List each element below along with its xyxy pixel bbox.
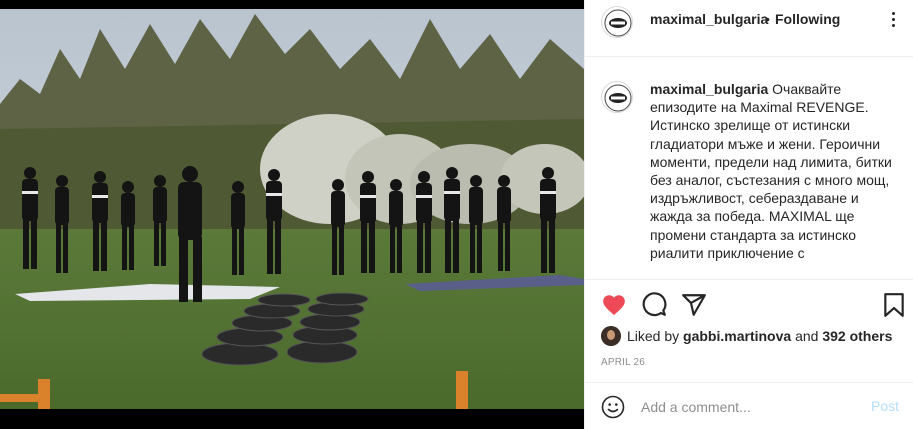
- caption-avatar[interactable]: [601, 81, 633, 113]
- more-options-icon[interactable]: [885, 10, 901, 30]
- comment-icon[interactable]: [641, 292, 667, 318]
- comment-input[interactable]: [641, 396, 861, 418]
- header-separator: •: [765, 11, 770, 27]
- bookmark-icon[interactable]: [881, 292, 907, 318]
- post-side-panel: maximal_bulgaria • Following maximal_bul…: [584, 0, 913, 429]
- likes-prefix: Liked by: [627, 328, 680, 344]
- following-button[interactable]: Following: [775, 11, 840, 27]
- post-actions: [585, 279, 913, 327]
- post-header: maximal_bulgaria • Following: [585, 0, 913, 57]
- add-comment-bar: Post: [585, 382, 913, 429]
- liker-avatar[interactable]: [601, 326, 621, 346]
- likes-others-link[interactable]: 392 others: [822, 328, 892, 344]
- caption-text: Очаквайте епизодите на Maximal REVENGE. …: [650, 81, 892, 261]
- likes-middle: and: [795, 328, 819, 344]
- post-image: [0, 9, 584, 409]
- post-photo[interactable]: [0, 0, 584, 429]
- post-comment-button[interactable]: Post: [871, 398, 899, 414]
- heart-filled-icon[interactable]: [601, 292, 627, 318]
- profile-avatar[interactable]: [601, 6, 633, 38]
- post-caption: maximal_bulgaria Очаквайте епизодите на …: [650, 80, 898, 274]
- caption-username[interactable]: maximal_bulgaria: [650, 81, 768, 97]
- emoji-icon[interactable]: [601, 395, 625, 419]
- post-date[interactable]: APRIL 26: [601, 357, 645, 368]
- share-icon[interactable]: [681, 292, 707, 318]
- header-username[interactable]: maximal_bulgaria: [650, 11, 768, 27]
- liker-username[interactable]: gabbi.martinova: [683, 328, 791, 344]
